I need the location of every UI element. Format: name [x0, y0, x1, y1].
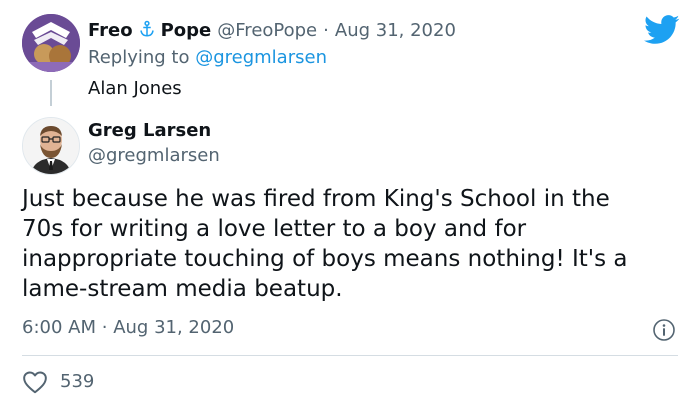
- reply-author-name-last[interactable]: Pope: [161, 20, 212, 41]
- tweet-author-handle[interactable]: @gregmlarsen: [88, 144, 220, 168]
- heart-icon[interactable]: [22, 370, 48, 394]
- tweet-time[interactable]: 6:00 AM: [22, 317, 96, 338]
- anchor-icon: [138, 20, 156, 41]
- thread-connector-line: [50, 80, 52, 106]
- tweet-text-line: 70s for writing a love letter to a boy a…: [22, 216, 527, 242]
- like-count: 539: [60, 371, 95, 392]
- twitter-bird-icon[interactable]: [644, 14, 680, 46]
- tweet-text-line: inappropriate touching of boys means not…: [22, 246, 628, 272]
- reply-author-name-first[interactable]: Freo: [88, 20, 133, 41]
- tweet-author-name[interactable]: Greg Larsen: [88, 119, 211, 143]
- greg-larsen-avatar[interactable]: [22, 117, 80, 175]
- tweet-timestamp-separator: ·: [101, 317, 108, 338]
- replying-to-prefix: Replying to: [88, 47, 190, 68]
- freopope-avatar-image: [22, 14, 80, 72]
- tweet-divider: [22, 355, 678, 356]
- info-icon[interactable]: [652, 318, 676, 342]
- reply-tweet-text: Alan Jones: [88, 78, 182, 99]
- tweet-text-line: lame-stream media beatup.: [22, 276, 343, 302]
- reply-separator: ·: [323, 20, 329, 41]
- reply-author-row[interactable]: Freo Pope @FreoPope · Aug 31, 2020: [88, 19, 456, 43]
- tweet-timestamp[interactable]: 6:00 AM · Aug 31, 2020: [22, 316, 234, 340]
- tweet-text-line: Just because he was fired from King's Sc…: [22, 186, 610, 212]
- freopope-avatar[interactable]: [22, 14, 80, 72]
- reply-author-handle[interactable]: @FreoPope: [217, 20, 317, 41]
- tweet-date[interactable]: Aug 31, 2020: [113, 317, 234, 338]
- replying-to-line: Replying to @gregmlarsen: [88, 46, 327, 70]
- tweet-text: Just because he was fired from King's Sc…: [22, 184, 682, 304]
- replying-to-mention[interactable]: @gregmlarsen: [195, 47, 327, 68]
- greg-larsen-avatar-image: [23, 118, 79, 174]
- reply-date[interactable]: Aug 31, 2020: [335, 20, 456, 41]
